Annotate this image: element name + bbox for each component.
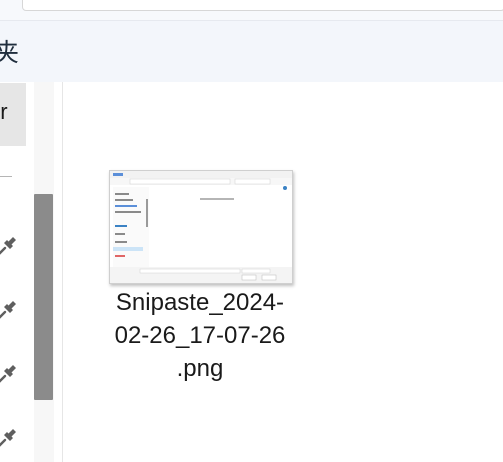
folder-header: 夹	[0, 20, 503, 83]
file-name-line-2: 02-26_17-07-26	[114, 322, 286, 349]
nav-scrollbar-thumb[interactable]	[34, 194, 53, 400]
pin-icon[interactable]	[0, 233, 20, 257]
top-strip	[0, 0, 503, 20]
file-thumbnail	[109, 170, 293, 284]
file-name-line-3: .png	[176, 355, 224, 382]
folder-title: 夹	[0, 38, 21, 67]
nav-item-label: er	[0, 99, 8, 124]
pin-icon[interactable]	[0, 425, 20, 449]
nav-separator	[0, 176, 12, 177]
pin-icon[interactable]	[0, 297, 20, 321]
address-bar[interactable]	[22, 0, 503, 11]
nav-item-selected[interactable]: er	[0, 83, 26, 146]
file-item[interactable]: Snipaste_2024- 02-26_17-07-26 .png	[104, 166, 296, 396]
thumbnail-image	[110, 171, 292, 283]
file-name: Snipaste_2024- 02-26_17-07-26 .png	[104, 286, 296, 385]
file-name-line-1: Snipaste_2024-	[115, 289, 285, 316]
pin-icon[interactable]	[0, 361, 20, 385]
